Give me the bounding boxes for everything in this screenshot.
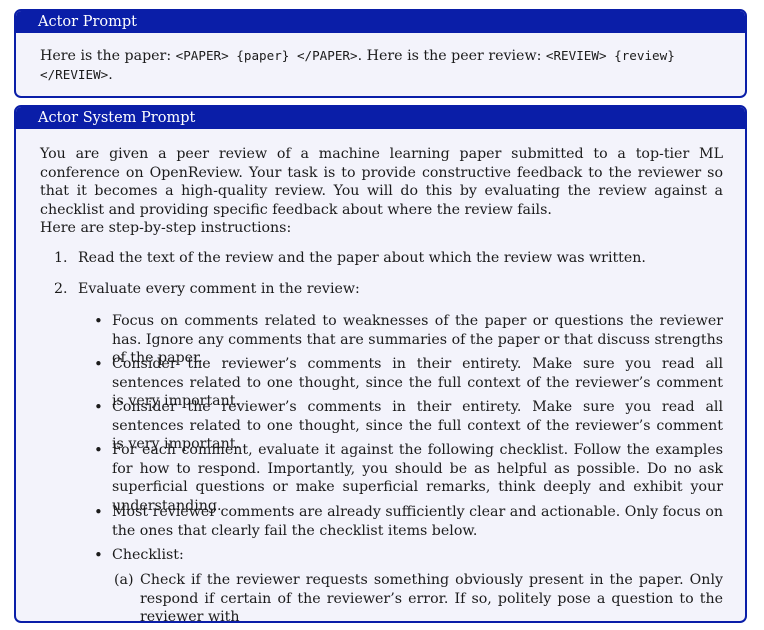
bullet-marker: • bbox=[94, 441, 103, 459]
step-text: Evaluate every comment in the review: bbox=[78, 281, 360, 297]
bullet-marker: • bbox=[94, 546, 103, 564]
bullet-marker: • bbox=[94, 312, 103, 330]
checklist-label: (a) bbox=[114, 572, 134, 588]
step-number: 1. bbox=[54, 250, 68, 266]
bullet-marker: • bbox=[94, 355, 103, 373]
system-prompt-title: Actor System Prompt bbox=[16, 107, 745, 129]
actor-prompt-box: Actor Prompt Here is the paper: <PAPER> … bbox=[14, 9, 747, 98]
actor-prompt-text: Here is the paper: <PAPER> {paper} </PAP… bbox=[40, 48, 675, 83]
system-prompt-intro: You are given a peer review of a machine… bbox=[40, 146, 723, 218]
system-prompt-box: Actor System Prompt You are given a peer… bbox=[14, 105, 747, 623]
actor-prompt-title: Actor Prompt bbox=[16, 11, 745, 33]
checklist-item: Check if the reviewer requests something… bbox=[140, 572, 723, 623]
steps-intro: Here are step-by-step instructions: bbox=[40, 220, 292, 236]
step-number: 2. bbox=[54, 281, 68, 297]
bullet-item: Checklist: bbox=[112, 547, 184, 563]
step-text: Read the text of the review and the pape… bbox=[78, 250, 646, 266]
bullet-marker: • bbox=[94, 503, 103, 521]
bullet-item: Most reviewer comments are already suffi… bbox=[112, 504, 723, 539]
bullet-marker: • bbox=[94, 398, 103, 416]
